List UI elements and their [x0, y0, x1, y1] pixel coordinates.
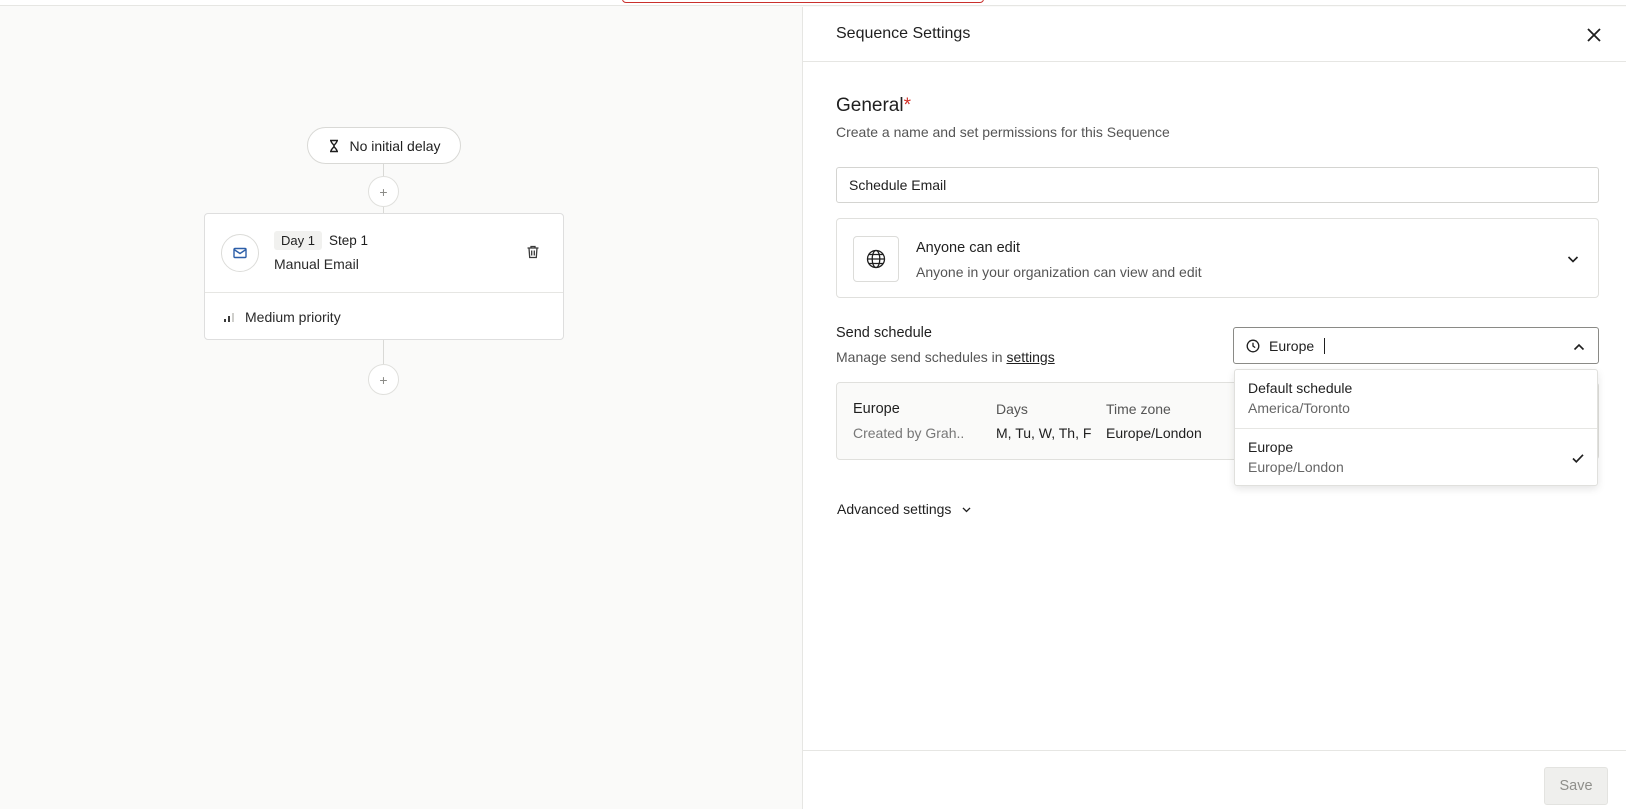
schedule-option[interactable]: Default schedule America/Toronto: [1235, 370, 1597, 428]
initial-delay-pill[interactable]: No initial delay: [307, 127, 461, 164]
panel-title: Sequence Settings: [836, 25, 971, 42]
schedule-search-value: Europe: [1269, 337, 1315, 354]
delay-label: No initial delay: [349, 137, 441, 154]
schedule-option-selected[interactable]: Europe Europe/London: [1235, 428, 1597, 486]
schedule-option-title: Default schedule: [1248, 380, 1353, 396]
general-heading: General*: [836, 95, 911, 117]
panel-header: Sequence Settings: [803, 7, 1626, 62]
send-schedule-subtitle-text: Manage send schedules in: [836, 349, 1007, 365]
general-title-text: General: [836, 95, 904, 116]
panel-footer: Save: [803, 750, 1626, 809]
schedule-creator: Created by Grah...: [853, 425, 965, 441]
step-number: Step 1: [329, 233, 369, 248]
email-step-icon-wrapper: [221, 234, 259, 272]
sequence-name-input[interactable]: [836, 167, 1599, 203]
schedule-days-value: M, Tu, W, Th, F: [996, 425, 1092, 441]
chevron-down-icon: [962, 506, 971, 512]
add-step-button[interactable]: +: [368, 364, 399, 395]
trash-icon[interactable]: [525, 244, 541, 260]
checkmark-icon: [1572, 454, 1584, 464]
send-schedule-subtitle: Manage send schedules in settings: [836, 349, 1055, 365]
schedule-option-timezone: Europe/London: [1248, 459, 1344, 475]
advanced-settings-toggle[interactable]: Advanced settings: [837, 501, 972, 517]
top-notification: [622, 0, 984, 3]
general-subtitle: Create a name and set permissions for th…: [836, 124, 1170, 140]
step-card[interactable]: Day 1 Step 1 Manual Email Medium priorit…: [204, 213, 564, 340]
chevron-down-icon: [1567, 256, 1579, 263]
priority-label: Medium priority: [245, 308, 341, 325]
priority-bars-icon: [224, 312, 234, 322]
schedule-name: Europe: [853, 401, 900, 417]
day-badge: Day 1: [274, 231, 322, 250]
add-step-button[interactable]: +: [368, 176, 399, 207]
schedule-days-label: Days: [996, 401, 1028, 417]
globe-icon-wrapper: [853, 236, 899, 282]
chevron-up-icon: [1573, 343, 1585, 351]
sequence-settings-panel: Sequence Settings General* Create a name…: [802, 7, 1626, 809]
settings-link[interactable]: settings: [1006, 349, 1054, 365]
advanced-settings-label: Advanced settings: [837, 501, 952, 517]
schedule-timezone-label: Time zone: [1106, 401, 1171, 417]
schedule-timezone-value: Europe/London: [1106, 425, 1202, 441]
sequence-canvas: No initial delay + Day 1 Step 1 Manual E…: [0, 7, 802, 809]
schedule-options-list: Default schedule America/Toronto Europe …: [1234, 369, 1598, 486]
step-priority: Medium priority: [205, 293, 563, 340]
text-cursor: [1324, 337, 1326, 354]
schedule-search-select[interactable]: Europe: [1233, 327, 1599, 364]
permission-dropdown[interactable]: Anyone can edit Anyone in your organizat…: [836, 218, 1599, 298]
step-card-header: Day 1 Step 1 Manual Email: [205, 214, 563, 293]
plus-icon: +: [379, 183, 388, 200]
required-mark: *: [903, 95, 912, 116]
permission-title: Anyone can edit: [916, 240, 1020, 256]
hourglass-icon: [330, 139, 339, 152]
close-icon[interactable]: [1584, 25, 1604, 45]
step-type: Manual Email: [274, 256, 359, 272]
globe-icon: [866, 249, 886, 269]
save-button[interactable]: Save: [1544, 767, 1608, 805]
permission-subtitle: Anyone in your organization can view and…: [916, 264, 1202, 280]
clock-icon: [1246, 339, 1260, 352]
schedule-option-title: Europe: [1248, 439, 1294, 455]
plus-icon: +: [379, 371, 388, 388]
mail-icon: [233, 247, 247, 259]
send-schedule-heading: Send schedule: [836, 325, 932, 341]
schedule-option-timezone: America/Toronto: [1248, 400, 1350, 416]
